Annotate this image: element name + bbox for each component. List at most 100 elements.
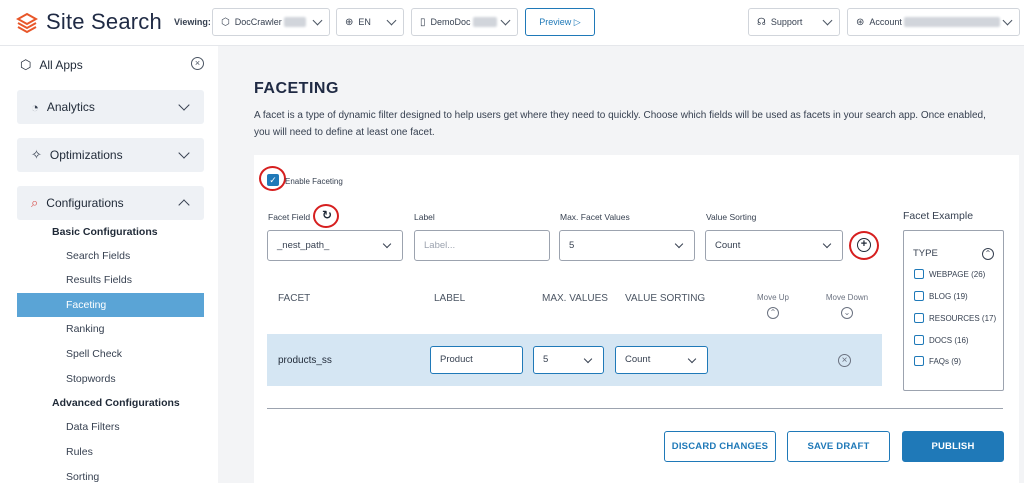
document-icon: ▯ bbox=[420, 16, 426, 28]
discard-changes-button[interactable]: DISCARD CHANGES bbox=[664, 431, 776, 462]
headset-icon: ☊ bbox=[757, 16, 766, 28]
page-description: A facet is a type of dynamic filter desi… bbox=[254, 110, 986, 138]
row-sorting-value: Count bbox=[625, 354, 651, 365]
sidebar-item-data-filters[interactable]: Data Filters bbox=[17, 415, 204, 439]
cube-icon: ⬡ bbox=[20, 57, 32, 72]
row-label-input[interactable]: Product bbox=[430, 346, 523, 374]
row-sorting-select[interactable]: Count bbox=[615, 346, 708, 374]
account-icon: ⊛ bbox=[856, 16, 865, 28]
chevron-down-icon bbox=[312, 15, 323, 26]
highlight-ring bbox=[849, 231, 879, 260]
chevron-down-icon[interactable]: ⌄ bbox=[841, 307, 853, 319]
label-input[interactable]: Label... bbox=[414, 230, 550, 261]
account-menu[interactable]: ⊛ Account bbox=[847, 8, 1020, 36]
language-value: EN bbox=[358, 17, 371, 27]
app-icon: ⬡ bbox=[221, 16, 230, 28]
layers-icon bbox=[16, 12, 38, 34]
chevron-down-icon bbox=[386, 15, 397, 26]
facet-field-value: _nest_path_ bbox=[277, 240, 330, 251]
column-max-values: MAX. VALUES bbox=[542, 293, 608, 304]
chevron-down-icon bbox=[822, 239, 832, 249]
sparkle-icon: ✧ bbox=[31, 147, 42, 162]
row-label-value: Product bbox=[440, 354, 473, 365]
engine-value: DemoDoc bbox=[430, 17, 471, 27]
facet-field-select[interactable]: _nest_path_ bbox=[267, 230, 403, 261]
facet-option[interactable]: DOCS (16) bbox=[914, 335, 969, 345]
checkbox-icon bbox=[914, 313, 924, 323]
support-menu[interactable]: ☊ Support bbox=[748, 8, 840, 36]
remove-icon[interactable]: × bbox=[838, 354, 851, 367]
chevron-down-icon bbox=[178, 147, 190, 159]
value-sorting-select[interactable]: Count bbox=[705, 230, 843, 261]
save-draft-button[interactable]: SAVE DRAFT bbox=[787, 431, 890, 462]
sidebar-item-sorting[interactable]: Sorting bbox=[17, 465, 204, 483]
chevron-down-icon bbox=[1002, 15, 1013, 26]
chevron-up-icon[interactable]: ⌃ bbox=[767, 307, 779, 319]
label-field-label: Label bbox=[414, 212, 435, 222]
engine-select[interactable]: ▯ DemoDoc bbox=[411, 8, 518, 36]
sidebar-item-configurations[interactable]: ⌕ Configurations bbox=[17, 186, 204, 220]
sidebar-item-analytics[interactable]: ◔ Analytics bbox=[17, 90, 204, 124]
sidebar-item-ranking[interactable]: Ranking bbox=[17, 317, 204, 341]
max-values-value: 5 bbox=[569, 240, 575, 251]
value-sorting-label: Value Sorting bbox=[706, 212, 757, 222]
enable-faceting-label: Enable Faceting bbox=[285, 177, 343, 186]
sidebar-item-faceting[interactable]: Faceting bbox=[17, 293, 204, 317]
chevron-down-icon bbox=[674, 239, 684, 249]
divider bbox=[267, 408, 1003, 409]
chevron-down-icon bbox=[178, 99, 190, 111]
all-apps-label: All Apps bbox=[39, 58, 83, 72]
facet-option[interactable]: WEBPAGE (26) bbox=[914, 269, 985, 279]
highlight-ring bbox=[313, 204, 339, 228]
checkbox-icon bbox=[914, 356, 924, 366]
facet-option-label: WEBPAGE (26) bbox=[929, 269, 986, 279]
all-apps-link[interactable]: ⬡ All Apps bbox=[20, 57, 83, 73]
redacted-text bbox=[472, 17, 497, 27]
sidebar-item-label: Analytics bbox=[46, 100, 95, 114]
sidebar-item-rules[interactable]: Rules bbox=[17, 440, 204, 464]
sidebar-item-optimizations[interactable]: ✧ Optimizations bbox=[17, 138, 204, 172]
chevron-up-icon bbox=[178, 199, 190, 211]
chevron-down-icon bbox=[687, 354, 697, 364]
preview-label: Preview ▷ bbox=[539, 16, 581, 27]
language-select[interactable]: ⊕ EN bbox=[336, 8, 404, 36]
facet-example-title: Facet Example bbox=[903, 210, 974, 222]
facet-option-label: DOCS (16) bbox=[929, 335, 969, 345]
sidebar-item-results-fields[interactable]: Results Fields bbox=[17, 268, 204, 292]
sidebar-item-label: Optimizations bbox=[49, 148, 123, 162]
app-select[interactable]: ⬡ DocCrawler bbox=[212, 8, 330, 36]
max-values-select[interactable]: 5 bbox=[559, 230, 695, 261]
facet-option-label: FAQs (9) bbox=[929, 356, 962, 366]
viewing-label: Viewing: bbox=[174, 17, 211, 27]
column-label: LABEL bbox=[434, 293, 466, 304]
max-values-label: Max. Facet Values bbox=[560, 212, 630, 222]
search-icon: ⌕ bbox=[31, 195, 39, 210]
column-move-up: Move Up bbox=[756, 293, 789, 302]
column-value-sorting: VALUE SORTING bbox=[625, 293, 706, 304]
chevron-up-icon[interactable]: ⌃ bbox=[982, 248, 994, 260]
publish-button[interactable]: PUBLISH bbox=[902, 431, 1004, 462]
preview-button[interactable]: Preview ▷ bbox=[525, 8, 595, 36]
checkbox-icon bbox=[914, 291, 924, 301]
row-max-value: 5 bbox=[543, 354, 549, 365]
row-max-select[interactable]: 5 bbox=[533, 346, 604, 374]
globe-icon: ⊕ bbox=[345, 16, 354, 28]
brand-name: Site Search bbox=[46, 9, 162, 34]
facet-option[interactable]: RESOURCES (17) bbox=[914, 313, 996, 323]
basic-configurations-header: Basic Configurations bbox=[52, 226, 158, 238]
facet-type-label: TYPE bbox=[913, 248, 938, 259]
column-facet: FACET bbox=[278, 293, 311, 304]
chevron-down-icon bbox=[822, 15, 833, 26]
account-label: Account bbox=[869, 17, 902, 27]
close-icon[interactable]: × bbox=[191, 57, 204, 70]
facet-option[interactable]: BLOG (19) bbox=[914, 291, 968, 301]
pie-chart-icon: ◔ bbox=[31, 99, 39, 115]
chevron-down-icon bbox=[583, 354, 593, 364]
support-label: Support bbox=[770, 17, 803, 27]
facet-option-label: BLOG (19) bbox=[929, 291, 968, 301]
sidebar-item-search-fields[interactable]: Search Fields bbox=[17, 244, 204, 268]
advanced-configurations-header: Advanced Configurations bbox=[52, 397, 180, 409]
facet-option[interactable]: FAQs (9) bbox=[914, 356, 961, 366]
sidebar-item-stopwords[interactable]: Stopwords bbox=[17, 367, 204, 391]
sidebar-item-spell-check[interactable]: Spell Check bbox=[17, 342, 204, 366]
